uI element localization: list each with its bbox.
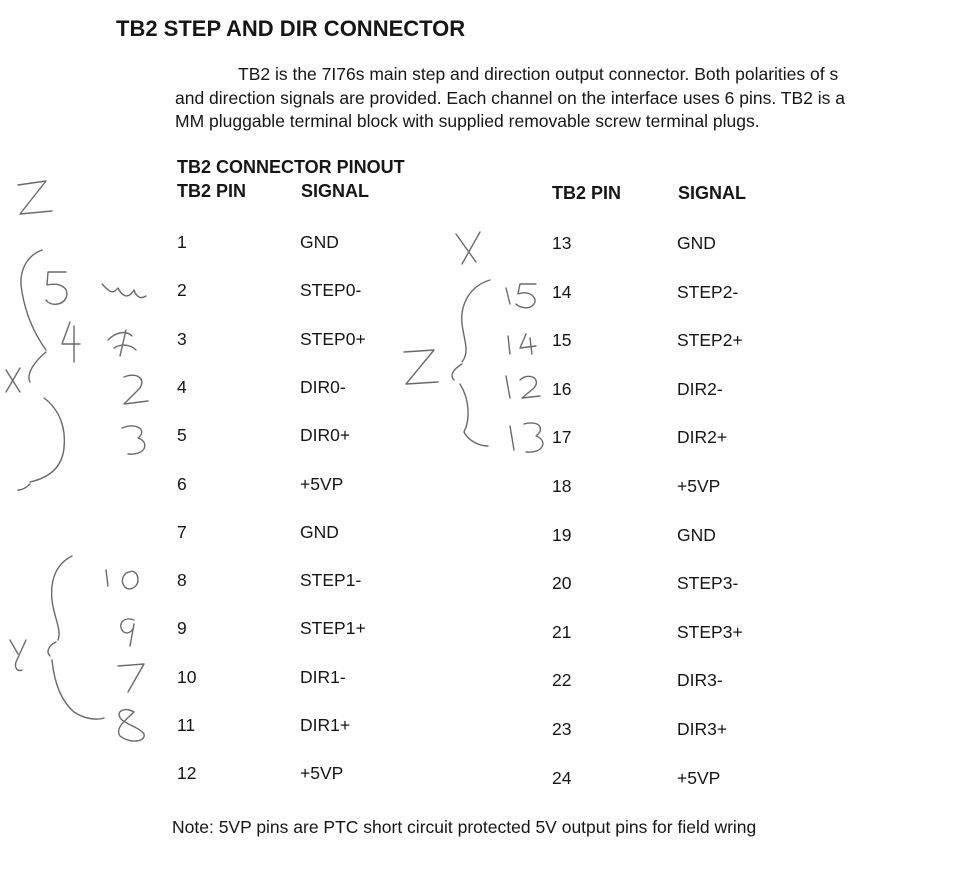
- handwritten-annotations: [5, 180, 544, 742]
